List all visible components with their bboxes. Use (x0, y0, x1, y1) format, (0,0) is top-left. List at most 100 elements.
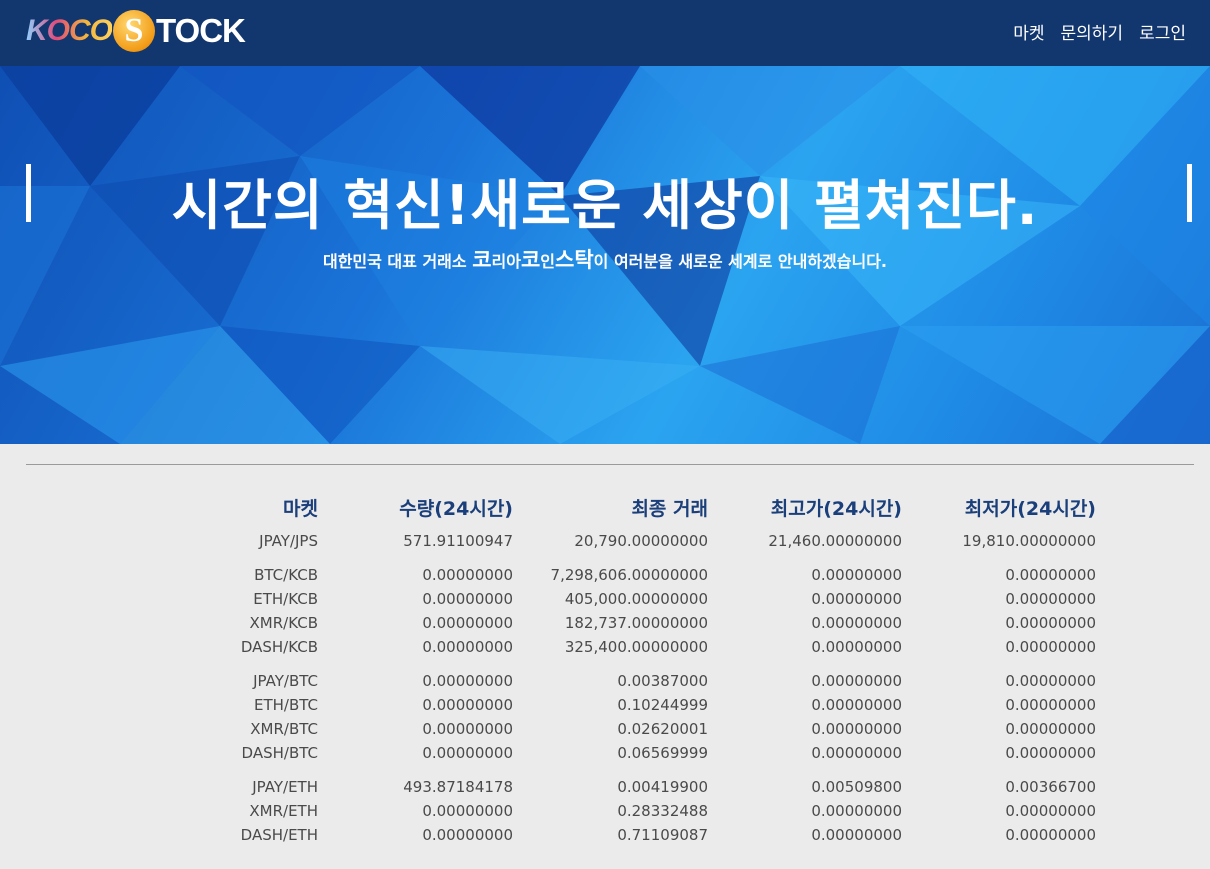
market-row[interactable]: BTC/KCB 0.00000000 7,298,606.00000000 0.000… (0, 566, 1210, 590)
cell-low-24h: 0.00000000 (1005, 614, 1096, 632)
cell-high-24h: 0.00000000 (811, 696, 902, 714)
cell-high-24h: 0.00000000 (811, 566, 902, 584)
subtitle-text: 이 여러분을 새로운 세계로 안내하겠습니다. (593, 252, 887, 271)
col-header-low: 최저가(24시간) (964, 498, 1096, 520)
cell-market-pair: XMR/BTC (250, 720, 318, 738)
cell-market-pair: BTC/KCB (254, 566, 318, 584)
subtitle-text: 코 (520, 248, 541, 272)
cell-market-pair: DASH/BTC (241, 744, 318, 762)
cell-volume-24h: 0.00000000 (422, 566, 513, 584)
cell-low-24h: 0.00366700 (1005, 778, 1096, 796)
nav-login-link[interactable]: 로그인 (1139, 19, 1186, 44)
hero-title: 시간의 혁신!새로운 세상이 펼쳐진다. (171, 174, 1039, 237)
cell-last-trade: 325,400.00000000 (564, 638, 708, 656)
cell-low-24h: 0.00000000 (1005, 672, 1096, 690)
cell-market-pair: ETH/KCB (253, 590, 318, 608)
market-row[interactable]: DASH/BTC 0.00000000 0.06569999 0.00000000 0.… (0, 744, 1210, 768)
market-row[interactable]: DASH/ETH 0.00000000 0.71109087 0.00000000 0.… (0, 826, 1210, 850)
cell-last-trade: 0.02620001 (617, 720, 708, 738)
kocostock-logo[interactable]: KOCO S TOCK (26, 9, 246, 53)
cell-low-24h: 0.00000000 (1005, 802, 1096, 820)
market-rows: JPAY/JPS 571.91100947 20,790.00000000 21,46… (0, 532, 1210, 850)
main-nav: 마켓 문의하기 로그인 (1013, 19, 1186, 44)
cell-last-trade: 182,737.00000000 (564, 614, 708, 632)
col-header-market: 마켓 (283, 498, 318, 520)
market-row[interactable]: JPAY/JPS 571.91100947 20,790.00000000 21,46… (0, 532, 1210, 556)
market-row[interactable]: JPAY/BTC 0.00000000 0.00387000 0.00000000 0.… (0, 672, 1210, 696)
cell-volume-24h: 571.91100947 (403, 532, 513, 550)
market-row[interactable]: DASH/KCB 0.00000000 325,400.00000000 0.0000… (0, 638, 1210, 662)
market-row[interactable]: ETH/KCB 0.00000000 405,000.00000000 0.00000… (0, 590, 1210, 614)
cell-last-trade: 0.71109087 (617, 826, 708, 844)
logo-text-koco: KOCO (26, 14, 113, 47)
cell-last-trade: 0.10244999 (617, 696, 708, 714)
cell-high-24h: 0.00000000 (811, 802, 902, 820)
col-header-high: 최고가(24시간) (770, 498, 902, 520)
subtitle-text: 코 (472, 248, 492, 272)
market-row[interactable]: XMR/KCB 0.00000000 182,737.00000000 0.00000… (0, 614, 1210, 638)
cell-low-24h: 0.00000000 (1005, 590, 1096, 608)
cell-last-trade: 0.00419900 (617, 778, 708, 796)
logo-text-tock: TOCK (156, 12, 246, 49)
cell-high-24h: 0.00000000 (811, 720, 902, 738)
cell-volume-24h: 0.00000000 (422, 826, 513, 844)
cell-market-pair: XMR/KCB (249, 614, 318, 632)
cell-last-trade: 0.06569999 (617, 744, 708, 762)
col-header-volume: 수량(24시간) (399, 498, 513, 520)
col-header-last-trade: 최종 거래 (631, 498, 708, 520)
logo-coin-icon: S (113, 10, 155, 52)
cell-high-24h: 0.00509800 (811, 778, 902, 796)
cell-volume-24h: 0.00000000 (422, 720, 513, 738)
cell-volume-24h: 0.00000000 (422, 802, 513, 820)
cell-low-24h: 0.00000000 (1005, 696, 1096, 714)
cell-high-24h: 0.00000000 (811, 614, 902, 632)
subtitle-text: 인 (540, 252, 556, 271)
cell-last-trade: 7,298,606.00000000 (550, 566, 708, 584)
nav-inquiry-link[interactable]: 문의하기 (1061, 19, 1124, 44)
section-divider (26, 464, 1194, 465)
cell-last-trade: 20,790.00000000 (574, 532, 708, 550)
market-row[interactable]: JPAY/ETH 493.87184178 0.00419900 0.00509800… (0, 778, 1210, 802)
cell-low-24h: 0.00000000 (1005, 566, 1096, 584)
market-row[interactable]: ETH/BTC 0.00000000 0.10244999 0.00000000 0.0… (0, 696, 1210, 720)
top-navbar: KOCO S TOCK 마켓 문의하기 로그인 (0, 0, 1210, 66)
cell-high-24h: 0.00000000 (811, 590, 902, 608)
cell-low-24h: 0.00000000 (1005, 744, 1096, 762)
cell-low-24h: 0.00000000 (1005, 720, 1096, 738)
cell-low-24h: 19,810.00000000 (962, 532, 1096, 550)
cell-volume-24h: 0.00000000 (422, 590, 513, 608)
market-row[interactable]: XMR/BTC 0.00000000 0.02620001 0.00000000 0.0… (0, 720, 1210, 744)
cell-last-trade: 0.00387000 (617, 672, 708, 690)
cell-volume-24h: 0.00000000 (422, 614, 513, 632)
cell-high-24h: 0.00000000 (811, 826, 902, 844)
cell-high-24h: 21,460.00000000 (768, 532, 902, 550)
cell-last-trade: 405,000.00000000 (564, 590, 708, 608)
market-row[interactable]: XMR/ETH 0.00000000 0.28332488 0.00000000 0.0… (0, 802, 1210, 826)
cell-market-pair: JPAY/BTC (253, 672, 318, 690)
cell-volume-24h: 0.00000000 (422, 672, 513, 690)
cell-volume-24h: 0.00000000 (422, 744, 513, 762)
cell-high-24h: 0.00000000 (811, 672, 902, 690)
subtitle-text: 리아 (491, 252, 521, 271)
cell-high-24h: 0.00000000 (811, 744, 902, 762)
cell-market-pair: DASH/ETH (240, 826, 318, 844)
market-table: 마켓 수량(24시간) 최종 거래 최고가(24시간) 최저가(24시간) JP… (0, 494, 1210, 850)
cell-market-pair: XMR/ETH (249, 802, 318, 820)
cell-last-trade: 0.28332488 (617, 802, 708, 820)
cell-volume-24h: 0.00000000 (422, 638, 513, 656)
cell-volume-24h: 0.00000000 (422, 696, 513, 714)
hero-banner: 시간의 혁신!새로운 세상이 펼쳐진다. 대한민국 대표 거래소 코리아코인스탁… (0, 66, 1210, 444)
hero-subtitle: 대한민국 대표 거래소 코리아코인스탁이 여러분을 새로운 세계로 안내하겠습니… (0, 244, 1210, 274)
cell-market-pair: ETH/BTC (253, 696, 318, 714)
nav-market-link[interactable]: 마켓 (1013, 19, 1044, 44)
cell-low-24h: 0.00000000 (1005, 826, 1096, 844)
cell-volume-24h: 493.87184178 (403, 778, 513, 796)
cell-market-pair: JPAY/ETH (252, 778, 318, 796)
cell-high-24h: 0.00000000 (811, 638, 902, 656)
cell-market-pair: DASH/KCB (240, 638, 318, 656)
cell-market-pair: JPAY/JPS (259, 532, 318, 550)
subtitle-text: 스탁 (555, 248, 594, 272)
subtitle-text: 대한민국 대표 거래소 (322, 252, 473, 271)
cell-low-24h: 0.00000000 (1005, 638, 1096, 656)
market-table-header: 마켓 수량(24시간) 최종 거래 최고가(24시간) 최저가(24시간) (0, 494, 1210, 532)
